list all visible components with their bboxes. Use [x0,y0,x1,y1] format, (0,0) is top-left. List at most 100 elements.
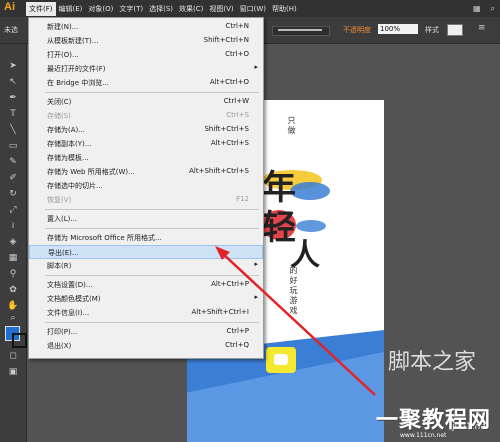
file-menu-item: 存储(S) Ctrl+S [29,109,263,123]
eyedropper-tool-icon[interactable]: ⚲ [6,268,20,280]
menu-item-label: 存储选中的切片... [47,182,103,190]
file-menu-item[interactable]: 文档设置(D)... Alt+Ctrl+P [29,278,263,292]
file-menu-item[interactable]: 从模板新建(T)... Shift+Ctrl+N [29,34,263,48]
watermark-right: 脚本之家 [388,350,477,375]
zoom-tool-icon[interactable]: ⌕ [6,312,20,324]
file-menu-item[interactable]: 最近打开的文件(F) ▸ [29,62,263,76]
menu-item-shortcut: Shift+Ctrl+S [204,125,249,133]
type-tool-icon[interactable]: T [6,108,20,120]
menu-item-label: 从模板新建(T)... [47,37,99,45]
menu-item-label: 恢复(V) [47,196,72,204]
menu-item-shortcut: Ctrl+N [225,22,249,30]
menu-separator [45,275,259,276]
screen-mode-icon[interactable]: ▣ [6,366,20,378]
stroke-profile-preview [278,29,322,31]
menu-item-label: 存储为 Web 所用格式(W)... [47,168,135,176]
file-menu-item[interactable]: 存储为 Web 所用格式(W)... Alt+Shift+Ctrl+S [29,165,263,179]
search-icon[interactable]: ⌕ [486,4,500,14]
menu-item-label: 最近打开的文件(F) [47,65,106,73]
line-tool-icon[interactable]: ╲ [6,124,20,136]
menu-item-shortcut: Alt+Ctrl+P [211,280,249,288]
menu-separator [45,228,259,229]
menu-item[interactable]: 帮助(H) [269,2,300,16]
brush-tool-icon[interactable]: ✎ [6,156,20,168]
watermark-url: www.111cn.net [400,432,447,439]
window-controls: ▦ ⌕ [468,0,500,17]
file-menu-item[interactable]: 在 Bridge 中浏览... Alt+Ctrl+O [29,76,263,90]
file-menu-item[interactable]: 退出(X) Ctrl+Q [29,339,263,353]
menu-item[interactable]: 选择(S) [146,2,176,16]
warp-tool-icon[interactable]: ≀ [6,220,20,232]
poster-text-2: 的好玩游戏 [289,266,298,316]
menu-item[interactable]: 视图(V) [206,2,236,16]
rotate-tool-icon[interactable]: ↻ [6,188,20,200]
menu-item-shortcut: Ctrl+S [226,111,249,119]
stroke-profile-dropdown[interactable] [272,26,330,36]
menu-item-label: 打开(O)... [47,51,79,59]
menu-item-label: 存储副本(Y)... [47,140,92,148]
menu-item-label: 存储为(A)... [47,126,85,134]
illustrator-logo: Ai [4,1,15,13]
file-menu-item[interactable]: 打印(P)... Ctrl+P [29,325,263,339]
file-menu-item[interactable]: 新建(N)... Ctrl+N [29,20,263,34]
file-menu-item[interactable]: 存储为模板... [29,151,263,165]
menu-item-label: 退出(X) [47,342,72,350]
file-menu-item[interactable]: 导出(E)... [29,245,263,259]
menu-item-label: 导出(E)... [48,249,79,257]
file-menu-item[interactable]: 打开(O)... Ctrl+O [29,48,263,62]
file-menu-item: 恢复(V) F12 [29,193,263,207]
draw-mode-icon[interactable]: ◻ [6,350,20,362]
menu-item-label: 关闭(C) [47,98,72,106]
style-swatch[interactable] [447,24,463,36]
menu-item-shortcut: Ctrl+W [223,97,249,105]
mesh-tool-icon[interactable]: ▦ [6,252,20,264]
opacity-label[interactable]: 不透明度 [343,25,371,35]
selection-tool-icon[interactable]: ➤ [6,60,20,72]
opacity-input[interactable]: 100% [378,24,418,34]
menu-bar: 文件(F) 编辑(E) 对象(O) 文字(T) 选择(S) 效果(C) 视图(V) 窗口(W)… [26,2,300,16]
shape-builder-tool-icon[interactable]: ◈ [6,236,20,248]
file-menu-item[interactable]: 文件信息(I)... Alt+Shift+Ctrl+I [29,306,263,320]
file-menu-item[interactable]: 存储副本(Y)... Alt+Ctrl+S [29,137,263,151]
direct-selection-tool-icon[interactable]: ↖ [6,76,20,88]
menu-item-shortcut: F12 [236,195,249,203]
pencil-tool-icon[interactable]: ✐ [6,172,20,184]
file-menu-dropdown: 新建(N)... Ctrl+N 从模板新建(T)... Shift+Ctrl+N 打开(… [28,17,264,359]
menu-separator [45,322,259,323]
gamepad-icon [266,347,296,373]
menu-item-shortcut: Alt+Ctrl+O [209,78,249,86]
menu-item-shortcut: Ctrl+Q [225,341,249,349]
scale-tool-icon[interactable]: ⤢ [6,204,20,216]
style-label: 样式 [425,26,439,34]
pen-tool-icon[interactable]: ✒ [6,92,20,104]
file-menu-item[interactable]: 存储为 Microsoft Office 所用格式... [29,231,263,245]
menu-item[interactable]: 效果(C) [176,2,206,16]
file-menu-item[interactable]: 关闭(C) Ctrl+W [29,95,263,109]
menu-item-label: 打印(P)... [47,328,78,336]
file-menu-item[interactable]: 置入(L)... [29,212,263,226]
workspace-icon[interactable]: ▦ [468,4,486,13]
menu-item[interactable]: 对象(O) [85,2,116,16]
file-menu-item[interactable]: 文档颜色模式(M) ▸ [29,292,263,306]
menu-item[interactable]: 文件(F) [26,2,56,16]
stroke-color-swatch[interactable] [12,333,27,348]
file-menu-item[interactable]: 脚本(R) ▸ [29,259,263,273]
tools-panel: ➤ ↖ ✒ T ╲ ▭ ✎ ✐ ↻ ⤢ ≀ ◈ ▦ ⚲ ✿ ✋ ⌕ ◻ ▣ [0,44,27,442]
hand-tool-icon[interactable]: ✋ [6,300,20,312]
menu-item[interactable]: 文字(T) [116,2,146,16]
file-menu-item[interactable]: 存储为(A)... Shift+Ctrl+S [29,123,263,137]
menu-item-label: 存储为模板... [47,154,89,162]
file-menu-item[interactable]: 存储选中的切片... [29,179,263,193]
menu-item-label: 文档设置(D)... [47,281,93,289]
menu-item-label: 文档颜色模式(M) [47,295,101,303]
menu-item-shortcut: Shift+Ctrl+N [203,36,249,44]
menu-item[interactable]: 编辑(E) [56,2,86,16]
menu-item-label: 存储(S) [47,112,71,120]
menu-item-shortcut: Ctrl+O [225,50,249,58]
menu-item[interactable]: 窗口(W) [237,2,269,16]
symbol-tool-icon[interactable]: ✿ [6,284,20,296]
menu-item-shortcut: Alt+Shift+Ctrl+I [191,308,249,316]
panel-menu-icon[interactable]: ≡ [478,23,486,33]
rectangle-tool-icon[interactable]: ▭ [6,140,20,152]
menu-item-label: 脚本(R) [47,262,72,270]
